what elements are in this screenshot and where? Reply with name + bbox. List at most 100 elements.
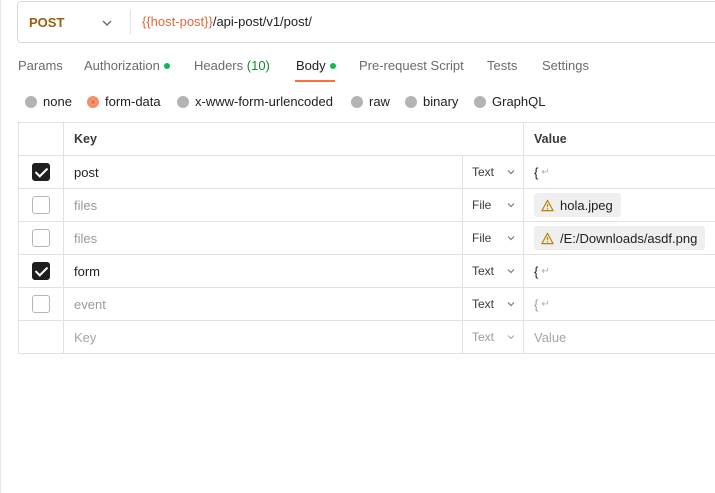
key-cell[interactable]: form: [63, 255, 462, 287]
type-select[interactable]: File: [462, 222, 523, 254]
header-checkbox-cell: [18, 123, 63, 155]
radio-form-data[interactable]: form-data: [87, 94, 161, 109]
file-chip[interactable]: /E:/Downloads/asdf.png: [534, 226, 706, 250]
chevron-down-icon: [507, 203, 515, 208]
value-text: {: [534, 263, 539, 279]
radio-button-selected: [87, 95, 99, 108]
row-checkbox[interactable]: [32, 229, 50, 247]
tab-headers[interactable]: Headers (10): [194, 58, 270, 73]
left-panel-border: [0, 0, 1, 493]
table-row: event Text {↵: [18, 288, 715, 321]
radio-button: [177, 95, 189, 108]
tab-label: Tests: [487, 58, 518, 73]
status-dot-icon: [163, 62, 170, 69]
key-cell[interactable]: files: [63, 222, 462, 254]
table-row: files File /E:/Downloads/asdf.png: [18, 222, 715, 255]
table-row: post Text {↵: [18, 156, 715, 189]
chevron-down-icon: [507, 302, 515, 307]
status-dot-icon: [329, 62, 336, 69]
type-select[interactable]: File: [462, 189, 523, 221]
radio-x-www-form-urlencoded[interactable]: x-www-form-urlencoded: [177, 94, 333, 109]
row-checkbox-cell: [18, 255, 63, 287]
radio-button: [25, 95, 37, 108]
new-key-input[interactable]: Key: [63, 321, 462, 353]
key-text: files: [74, 230, 98, 246]
key-cell[interactable]: post: [63, 156, 462, 188]
key-text: form: [74, 263, 100, 279]
method-label: POST: [29, 14, 65, 30]
radio-binary[interactable]: binary: [405, 94, 458, 109]
radio-none[interactable]: none: [25, 94, 72, 109]
radio-raw[interactable]: raw: [351, 94, 390, 109]
row-checkbox-cell: [18, 321, 63, 353]
active-tab-indicator: [295, 80, 335, 82]
file-name: hola.jpeg: [560, 197, 613, 213]
tab-label: Params: [18, 58, 63, 73]
tab-params[interactable]: Params: [18, 58, 63, 73]
table-row: files File hola.jpeg: [18, 189, 715, 222]
row-checkbox[interactable]: [32, 295, 50, 313]
url-path: /api-post/v1/post/: [212, 14, 312, 29]
tab-settings[interactable]: Settings: [542, 58, 589, 73]
tab-label: Settings: [542, 58, 589, 73]
type-select[interactable]: Text: [462, 321, 523, 353]
value-cell[interactable]: {↵: [523, 255, 715, 287]
method-divider: [130, 10, 131, 34]
key-cell[interactable]: event: [63, 288, 462, 320]
type-label: File: [472, 231, 492, 245]
tab-label: Pre-request Script: [359, 58, 464, 73]
form-data-table: Key Value post Text {↵ files File hola.j…: [18, 122, 715, 354]
chevron-down-icon: [102, 20, 112, 26]
tab-body[interactable]: Body: [296, 58, 336, 73]
type-label: File: [472, 198, 492, 212]
value-cell[interactable]: {↵: [523, 156, 715, 188]
value-cell[interactable]: /E:/Downloads/asdf.png: [523, 222, 715, 254]
key-text: post: [74, 164, 99, 180]
tab-label: Body: [296, 58, 326, 73]
radio-label: raw: [369, 94, 390, 109]
table-row: form Text {↵: [18, 255, 715, 288]
chevron-down-icon: [507, 335, 515, 340]
key-cell[interactable]: files: [63, 189, 462, 221]
row-checkbox[interactable]: [32, 163, 50, 181]
return-icon: ↵: [541, 265, 550, 277]
type-select[interactable]: Text: [462, 255, 523, 287]
row-checkbox[interactable]: [32, 262, 50, 280]
request-bar: POST {{host-post}}/api-post/v1/post/: [17, 1, 715, 43]
row-checkbox[interactable]: [32, 196, 50, 214]
chevron-down-icon: [507, 236, 515, 241]
tab-authorization[interactable]: Authorization: [84, 58, 170, 73]
value-text: {: [534, 164, 539, 180]
radio-button: [405, 95, 417, 108]
value-cell[interactable]: {↵: [523, 288, 715, 320]
warning-icon: [541, 199, 554, 211]
tab-tests[interactable]: Tests: [487, 58, 517, 73]
return-icon: ↵: [541, 166, 550, 178]
key-wrap: form: [74, 264, 100, 279]
chevron-down-icon: [507, 269, 515, 274]
return-icon: ↵: [541, 298, 550, 310]
radio-label: GraphQL: [492, 94, 546, 109]
key-text: files: [74, 197, 98, 213]
new-value-input[interactable]: Value: [523, 321, 715, 353]
file-chip[interactable]: hola.jpeg: [534, 193, 621, 217]
warning-icon: [541, 232, 554, 244]
method-select[interactable]: POST: [18, 2, 130, 42]
row-checkbox-cell: [18, 189, 63, 221]
type-select[interactable]: Text: [462, 288, 523, 320]
new-row: Key Text Value: [18, 321, 715, 354]
key-wrap: post: [74, 165, 99, 180]
type-label: Text: [472, 330, 495, 344]
value-cell[interactable]: hola.jpeg: [523, 189, 715, 221]
url-input[interactable]: {{host-post}}/api-post/v1/post/: [142, 14, 312, 29]
type-label: Text: [472, 297, 495, 311]
key-placeholder: Key: [74, 329, 97, 345]
value-text: {: [534, 296, 539, 312]
row-checkbox-cell: [18, 222, 63, 254]
chevron-down-icon: [507, 170, 515, 175]
radio-graphql[interactable]: GraphQL: [474, 94, 545, 109]
type-select[interactable]: Text: [462, 156, 523, 188]
column-header-key: Key: [63, 123, 462, 155]
tab-pre-request-script[interactable]: Pre-request Script: [359, 58, 464, 73]
tab-count: (10): [246, 58, 270, 73]
